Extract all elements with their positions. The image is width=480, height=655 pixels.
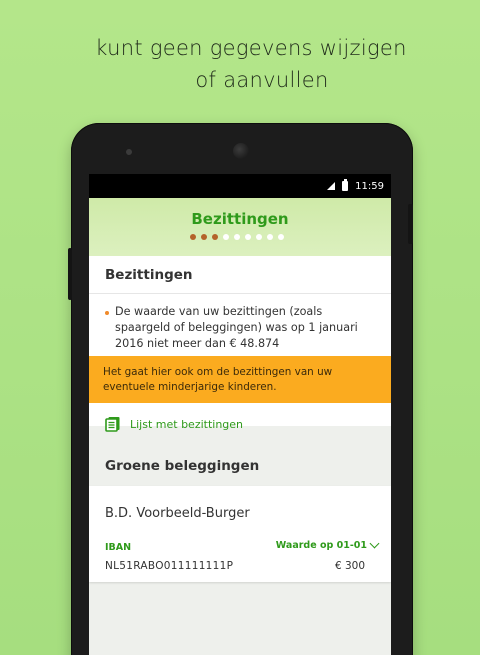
page-dot (277, 234, 284, 240)
page-dot (266, 234, 273, 240)
list-link-label: Lijst met bezittingen (130, 417, 244, 431)
page-dot (200, 234, 207, 240)
value-date-label: Waarde op 01-01 (275, 540, 367, 551)
page-dot (255, 234, 262, 240)
page-indicator (89, 234, 391, 240)
account-card: B.D. Voorbeeld-Burger IBAN Waarde op 01-… (89, 486, 391, 582)
phone-power-button (408, 204, 413, 244)
document-list-icon (105, 416, 121, 432)
value-date-selector[interactable]: Waarde op 01-01 (275, 538, 380, 551)
bezittingen-statement: De waarde van uw bezittingen (zoals spaa… (105, 304, 377, 352)
page-dot (244, 234, 251, 240)
headline-line-2: of aanvullen (195, 68, 329, 92)
page-dot (222, 234, 229, 240)
status-bar: 11:59 (89, 174, 391, 198)
page-dot (189, 234, 196, 240)
phone-screen: 11:59 Bezittingen Bezittingen De waarde … (89, 174, 391, 655)
amount-value: € 300 (334, 560, 365, 572)
bezittingen-statement-text: De waarde van uw bezittingen (zoals spaa… (115, 305, 358, 350)
lijst-met-bezittingen-link[interactable]: Lijst met bezittingen (105, 416, 243, 432)
iban-value: NL51RABO011111111P (105, 560, 234, 572)
bezittingen-heading: Bezittingen (89, 256, 391, 294)
phone-sensor (126, 149, 132, 155)
battery-icon (342, 179, 349, 191)
warning-text: Het gaat hier ook om de bezittingen van … (103, 366, 333, 393)
page-dot (211, 234, 218, 240)
app-header: Bezittingen (89, 198, 391, 256)
page-title: Bezittingen (191, 210, 289, 228)
groene-beleggingen-heading: Groene beleggingen (105, 458, 260, 474)
status-time: 11:59 (355, 180, 384, 192)
promo-headline: kunt geen gegevens wijzigen of aanvullen (0, 32, 480, 96)
phone-volume-button (68, 248, 72, 300)
chevron-down-icon (369, 538, 380, 549)
bullet-icon (105, 311, 109, 315)
warning-banner: Het gaat hier ook om de bezittingen van … (89, 356, 391, 403)
account-owner: B.D. Voorbeeld-Burger (105, 506, 250, 521)
headline-line-1: kunt geen gegevens wijzigen (95, 36, 407, 60)
signal-icon (327, 182, 336, 190)
iban-label: IBAN (105, 542, 132, 553)
front-camera (233, 143, 249, 159)
page-dot (233, 234, 240, 240)
